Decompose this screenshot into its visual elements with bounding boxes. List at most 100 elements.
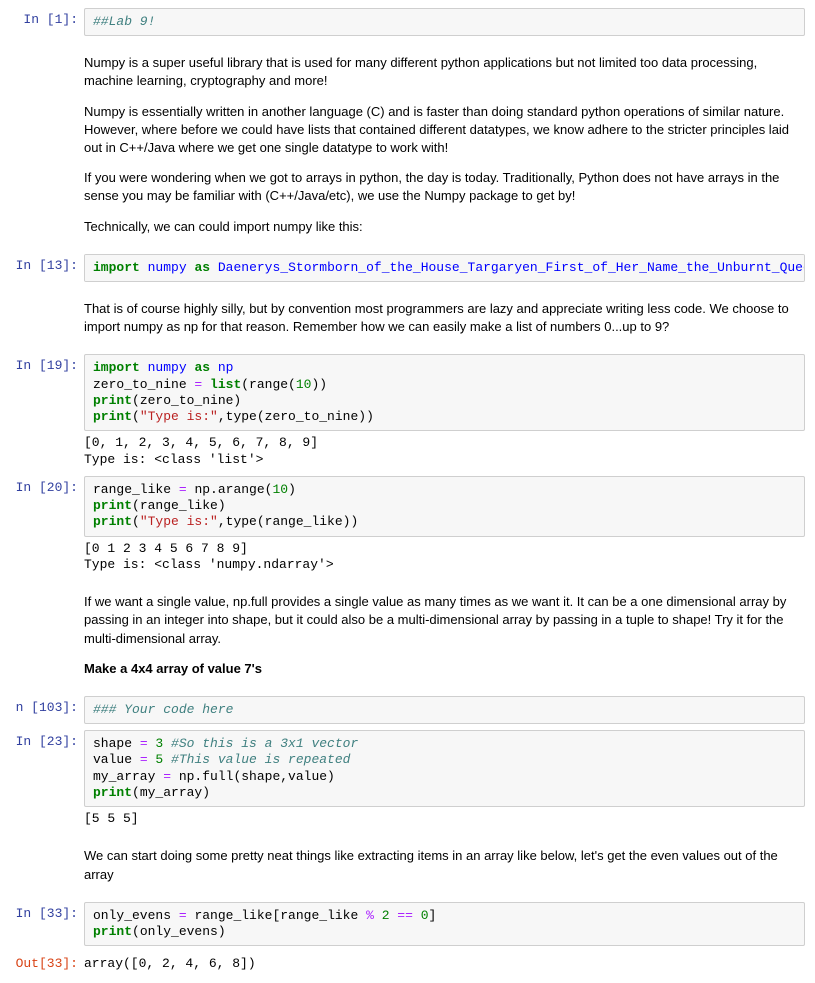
code-input[interactable]: import numpy as Daenerys_Stormborn_of_th… [84, 254, 805, 282]
output: [0, 1, 2, 3, 4, 5, 6, 7, 8, 9] Type is: … [84, 431, 805, 470]
op: == [390, 908, 413, 923]
num: 10 [272, 482, 288, 497]
code: (zero_to_nine) [132, 393, 241, 408]
num: 0 [413, 908, 429, 923]
builtin: print [93, 514, 132, 529]
comment: ##Lab 9! [93, 14, 155, 29]
empty-prompt [10, 581, 84, 690]
markdown-cell: Numpy is a super useful library that is … [10, 40, 805, 250]
empty-prompt [10, 835, 84, 895]
builtin: print [93, 498, 132, 513]
module: numpy [148, 260, 187, 275]
output: array([0, 2, 4, 6, 8]) [84, 952, 805, 974]
op: = [140, 752, 148, 767]
num: 5 [148, 752, 164, 767]
mod: numpy [148, 360, 187, 375]
output: [5 5 5] [84, 807, 805, 829]
builtin: print [93, 785, 132, 800]
code-cell: In [1]: ##Lab 9! [10, 6, 805, 38]
kw: as [194, 360, 210, 375]
code-cell: In [23]: shape = 3 #So this is a 3x1 vec… [10, 728, 805, 831]
code: ,type(zero_to_nine)) [218, 409, 374, 424]
var: value [93, 752, 140, 767]
alias: np [218, 360, 234, 375]
code: (range( [241, 377, 296, 392]
markdown-cell: We can start doing some pretty neat thin… [10, 833, 805, 897]
code-cell: In [33]: only_evens = range_like[range_l… [10, 900, 805, 949]
markdown-cell: If we want a single value, np.full provi… [10, 579, 805, 692]
code-input[interactable]: import numpy as np zero_to_nine = list(r… [84, 354, 805, 431]
num: 10 [296, 377, 312, 392]
output: [0 1 2 3 4 5 6 7 8 9] Type is: <class 'n… [84, 537, 805, 576]
str: "Type is:" [140, 409, 218, 424]
comment: #This value is repeated [163, 752, 350, 767]
text: If you were wondering when we got to arr… [84, 169, 805, 205]
var: my_array [93, 769, 163, 784]
code-cell: In [20]: range_like = np.arange(10) prin… [10, 474, 805, 577]
alias: Daenerys_Stormborn_of_the_House_Targarye… [218, 260, 805, 275]
code-input[interactable]: range_like = np.arange(10) print(range_l… [84, 476, 805, 537]
num: 2 [374, 908, 390, 923]
markdown-body: That is of course highly silly, but by c… [84, 288, 805, 348]
text: Technically, we can could import numpy l… [84, 218, 805, 236]
code: (my_array) [132, 785, 210, 800]
code: )) [311, 377, 327, 392]
code: ] [429, 908, 437, 923]
text: Numpy is essentially written in another … [84, 103, 805, 158]
str: "Type is:" [140, 514, 218, 529]
var: only_evens [93, 908, 179, 923]
empty-prompt [10, 42, 84, 248]
code: ( [132, 409, 140, 424]
text: If we want a single value, np.full provi… [84, 593, 805, 648]
code: (only_evens) [132, 924, 226, 939]
text: Numpy is a super useful library that is … [84, 54, 805, 90]
empty-prompt [10, 288, 84, 348]
code: range_like[range_like [187, 908, 366, 923]
kw: import [93, 360, 140, 375]
builtin: print [93, 924, 132, 939]
num: 3 [148, 736, 164, 751]
code-cell: In [19]: import numpy as np zero_to_nine… [10, 352, 805, 472]
text: That is of course highly silly, but by c… [84, 300, 805, 336]
op: = [163, 769, 171, 784]
in-prompt: In [1]: [10, 8, 84, 36]
keyword: as [194, 260, 210, 275]
in-prompt: In [13]: [10, 254, 84, 282]
code-input[interactable]: only_evens = range_like[range_like % 2 =… [84, 902, 805, 947]
var: zero_to_nine [93, 377, 194, 392]
code-input[interactable]: ##Lab 9! [84, 8, 805, 36]
var: range_like [93, 482, 179, 497]
code-cell: In [13]: import numpy as Daenerys_Stormb… [10, 252, 805, 284]
code-cell: n [103]: ### Your code here [10, 694, 805, 726]
code: ) [288, 482, 296, 497]
code: ( [132, 514, 140, 529]
code-input[interactable]: ### Your code here [84, 696, 805, 724]
code: np.arange( [187, 482, 273, 497]
out-prompt: Out[33]: [10, 952, 84, 974]
in-prompt: In [19]: [10, 354, 84, 470]
var: shape [93, 736, 140, 751]
markdown-body: Numpy is a super useful library that is … [84, 42, 805, 248]
op: % [366, 908, 374, 923]
output-cell: Out[33]: array([0, 2, 4, 6, 8]) [10, 950, 805, 976]
op: = [179, 482, 187, 497]
code: (range_like) [132, 498, 226, 513]
in-prompt: In [33]: [10, 902, 84, 947]
text: We can start doing some pretty neat thin… [84, 847, 805, 883]
bold: Make a 4x4 array of value 7's [84, 661, 262, 676]
keyword: import [93, 260, 140, 275]
in-prompt: In [23]: [10, 730, 84, 829]
builtin: print [93, 393, 132, 408]
markdown-body: We can start doing some pretty neat thin… [84, 835, 805, 895]
comment: #So this is a 3x1 vector [163, 736, 358, 751]
code: np.full(shape,value) [171, 769, 335, 784]
notebook: In [1]: ##Lab 9! Numpy is a super useful… [0, 0, 815, 983]
builtin: list [202, 377, 241, 392]
op: = [179, 908, 187, 923]
code: ,type(range_like)) [218, 514, 358, 529]
markdown-body: If we want a single value, np.full provi… [84, 581, 805, 690]
op: = [140, 736, 148, 751]
text-bold: Make a 4x4 array of value 7's [84, 660, 805, 678]
builtin: print [93, 409, 132, 424]
markdown-cell: That is of course highly silly, but by c… [10, 286, 805, 350]
